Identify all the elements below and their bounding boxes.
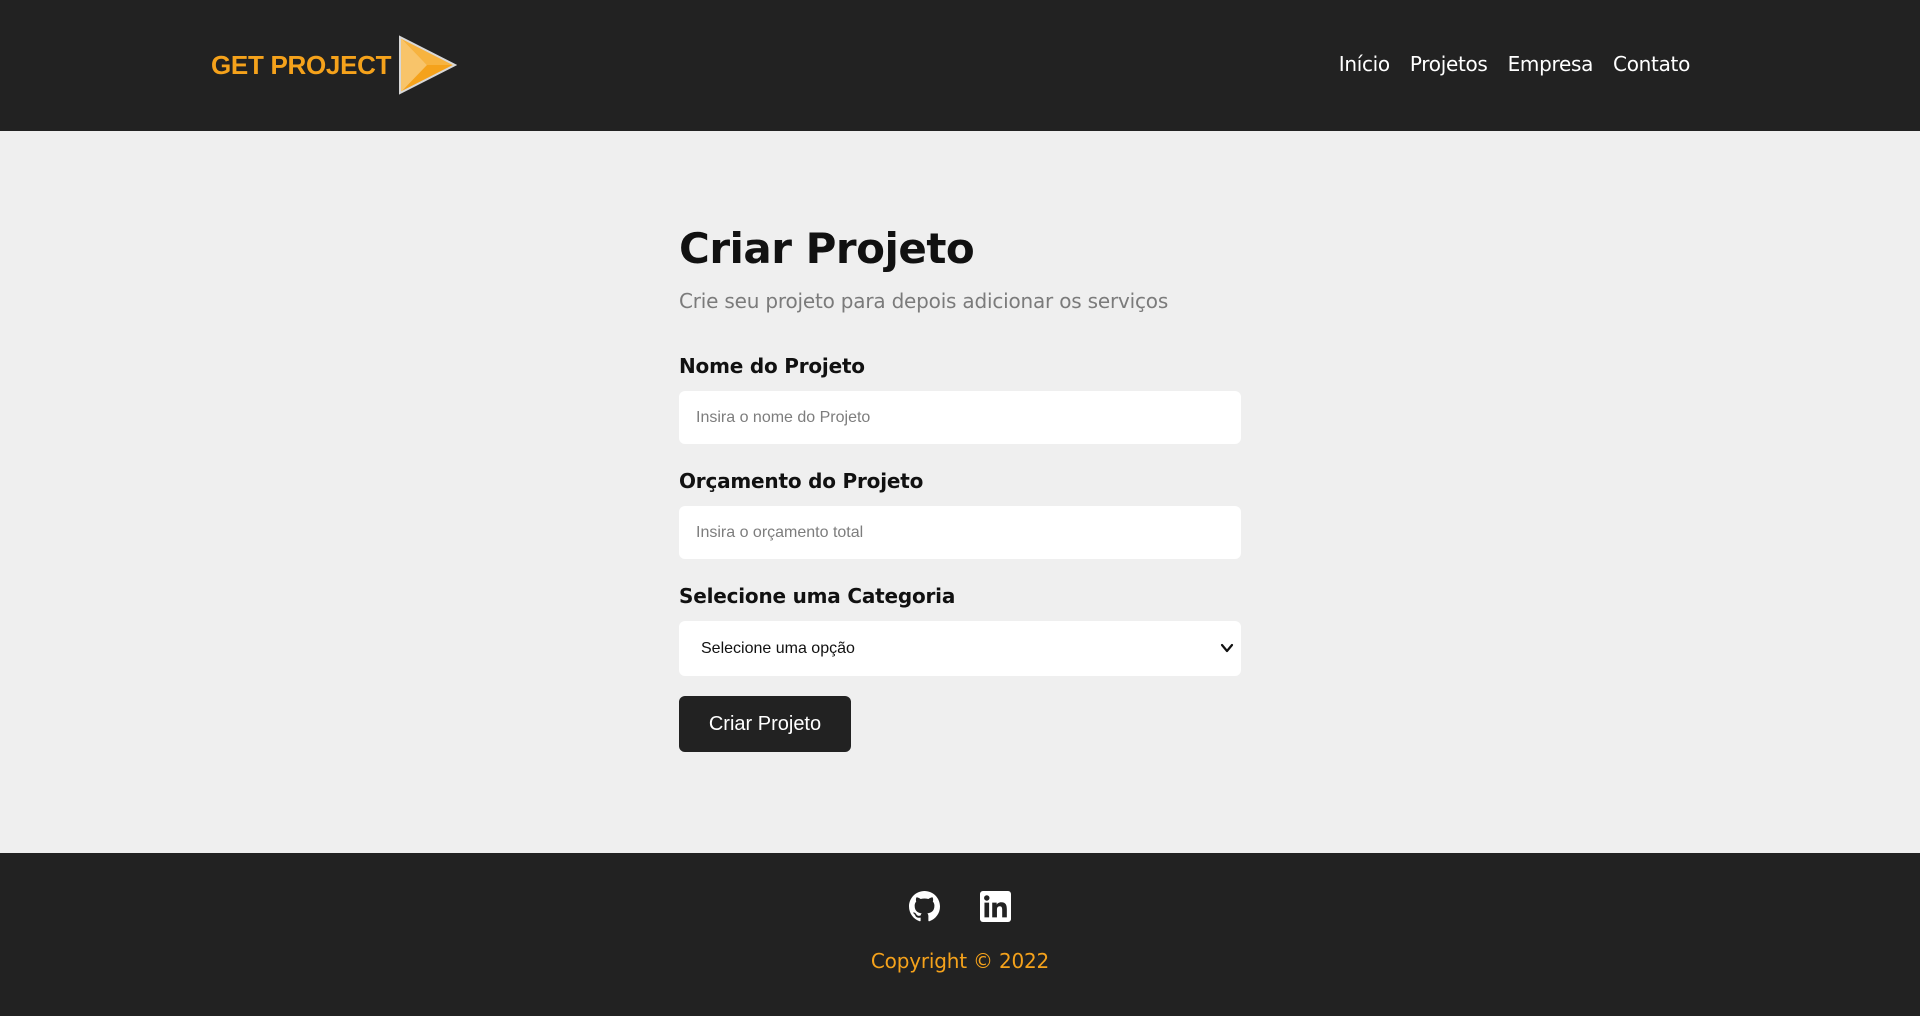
nav-link-empresa[interactable]: Empresa — [1508, 52, 1594, 76]
main-content: Criar Projeto Crie seu projeto para depo… — [0, 131, 1920, 853]
page-subtitle: Crie seu projeto para depois adicionar o… — [679, 289, 1169, 313]
social-links — [0, 891, 1920, 922]
logo-link[interactable]: GET PROJECT — [211, 34, 458, 96]
nav-menu: Início Projetos Empresa Contato — [1319, 52, 1691, 76]
copyright-text: Copyright © 2022 — [870, 949, 1050, 973]
linkedin-link[interactable] — [980, 891, 1011, 922]
project-name-field: Nome do Projeto — [679, 353, 1241, 444]
project-name-label: Nome do Projeto — [679, 354, 865, 378]
nav-link-contato[interactable]: Contato — [1613, 52, 1690, 76]
create-project-button[interactable]: Criar Projeto — [679, 696, 851, 752]
new-project-form: Criar Projeto Crie seu projeto para depo… — [679, 221, 1241, 752]
logo-text: GET PROJECT — [211, 49, 392, 80]
project-budget-field: Orçamento do Projeto — [679, 468, 1241, 559]
linkedin-icon — [980, 891, 1011, 922]
github-icon — [909, 891, 940, 922]
project-name-input[interactable] — [679, 391, 1241, 444]
nav-link-projetos[interactable]: Projetos — [1410, 52, 1488, 76]
nav-item: Projetos — [1410, 52, 1488, 76]
category-selected-value: Selecione uma opção — [701, 639, 855, 657]
play-triangle-icon — [399, 35, 458, 95]
navbar: GET PROJECT Início Projetos Empresa Cont… — [0, 0, 1920, 131]
social-item — [980, 891, 1011, 922]
chevron-down-icon — [1220, 643, 1234, 653]
social-item — [909, 891, 940, 922]
page-title: Criar Projeto — [679, 224, 975, 273]
category-select[interactable]: Selecione uma opção — [679, 621, 1241, 676]
category-label: Selecione uma Categoria — [679, 584, 956, 608]
nav-item: Início — [1339, 52, 1390, 76]
category-field: Selecione uma Categoria Selecione uma op… — [679, 583, 1241, 676]
project-budget-input[interactable] — [679, 506, 1241, 559]
nav-link-inicio[interactable]: Início — [1339, 52, 1390, 76]
project-budget-label: Orçamento do Projeto — [679, 469, 924, 493]
nav-item: Contato — [1613, 52, 1690, 76]
github-link[interactable] — [909, 891, 940, 922]
nav-item: Empresa — [1508, 52, 1594, 76]
footer: Copyright © 2022 — [0, 853, 1920, 1016]
